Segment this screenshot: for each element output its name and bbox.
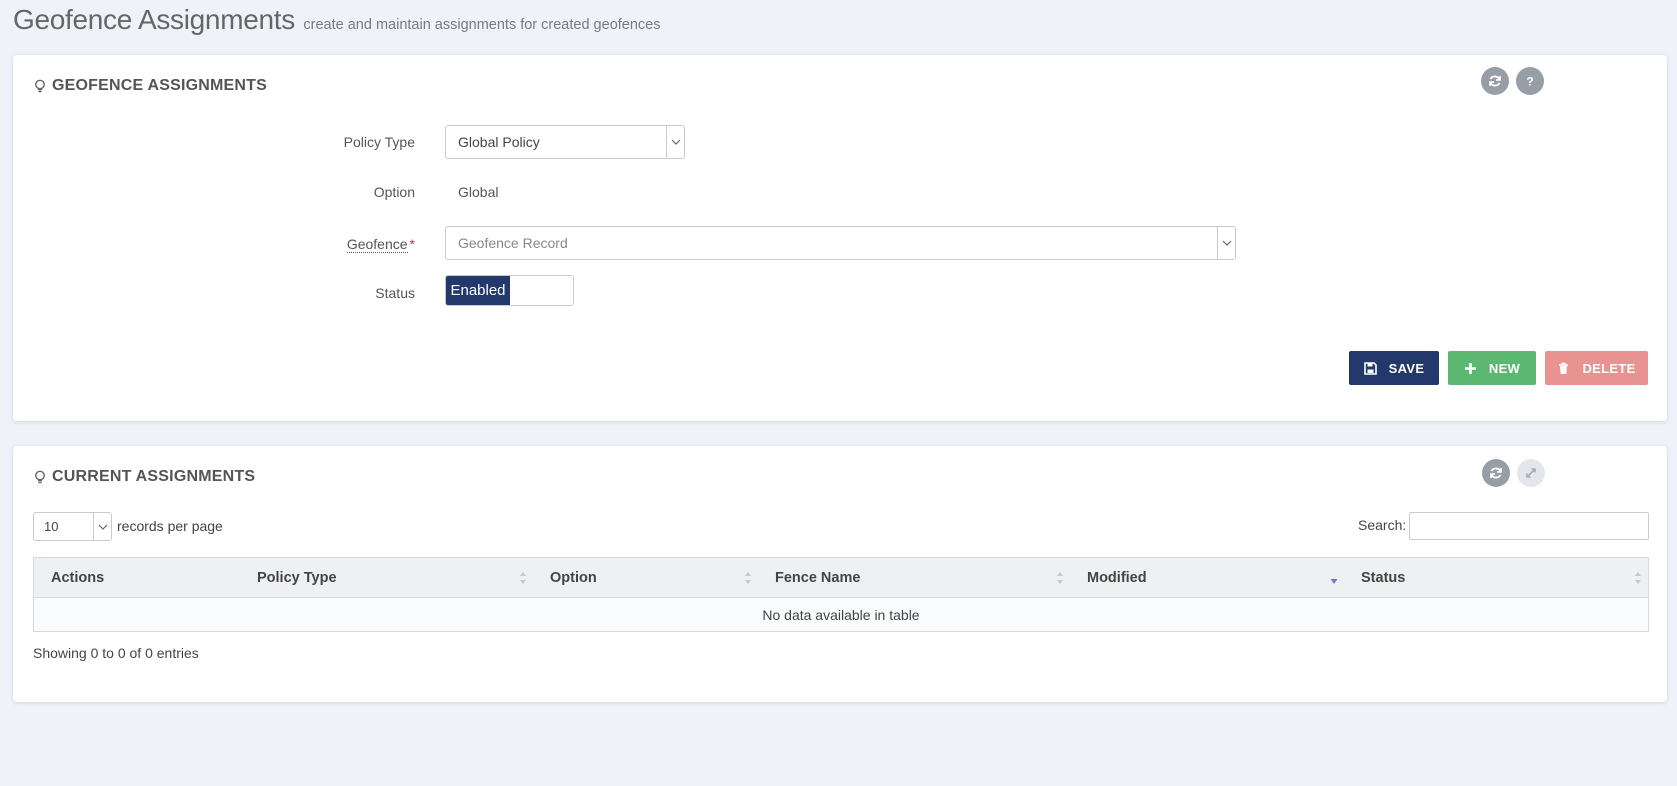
chevron-down-icon: [93, 513, 111, 540]
required-indicator: *: [409, 236, 415, 252]
refresh-button[interactable]: [1482, 459, 1510, 487]
panel-title-text: CURRENT ASSIGNMENTS: [52, 468, 256, 485]
column-label: Option: [550, 569, 597, 586]
panel-title-text: GEOFENCE ASSIGNMENTS: [52, 77, 267, 94]
column-policy-type[interactable]: Policy Type: [240, 558, 533, 597]
option-label: Option: [373, 184, 415, 200]
option-value: Global: [458, 184, 499, 200]
floppy-disk-icon: [1363, 361, 1377, 375]
plus-icon: [1464, 362, 1476, 374]
trash-icon: [1559, 362, 1569, 374]
lightbulb-icon: [35, 79, 45, 93]
page-title: Geofence Assignments: [13, 4, 295, 35]
table-info: Showing 0 to 0 of 0 entries: [33, 645, 199, 661]
column-label: Actions: [51, 569, 105, 586]
column-status[interactable]: Status: [1344, 558, 1648, 597]
empty-table-message: No data available in table: [34, 598, 1648, 631]
refresh-icon: [1489, 75, 1501, 87]
search-input[interactable]: [1409, 512, 1649, 540]
page-subtitle: create and maintain assignments for crea…: [303, 17, 661, 33]
column-actions: Actions: [34, 558, 240, 597]
new-button[interactable]: NEW: [1448, 351, 1536, 385]
page-length-select[interactable]: 10: [33, 512, 112, 541]
panel-title: GEOFENCE ASSIGNMENTS: [33, 77, 267, 95]
table-header: Actions Policy Type Option Fence Name Mo…: [34, 558, 1648, 598]
help-button[interactable]: ?: [1516, 67, 1544, 95]
svg-text:?: ?: [1526, 75, 1533, 89]
expand-icon: [1526, 468, 1536, 478]
delete-button-label: DELETE: [1582, 360, 1636, 376]
column-modified[interactable]: Modified: [1070, 558, 1344, 597]
save-button[interactable]: SAVE: [1349, 351, 1439, 385]
geofence-label: Geofence *: [295, 236, 415, 253]
policy-type-label: Policy Type: [343, 134, 415, 150]
column-label: Fence Name: [775, 569, 861, 586]
column-label: Modified: [1087, 569, 1147, 586]
column-label: Status: [1361, 569, 1406, 586]
expand-button[interactable]: [1517, 459, 1545, 487]
page-header: Geofence Assignments create and maintain…: [13, 4, 660, 36]
status-toggle-on: Enabled: [446, 276, 510, 305]
status-toggle[interactable]: Enabled: [445, 275, 574, 306]
new-button-label: NEW: [1488, 360, 1521, 376]
chevron-down-icon: [1217, 227, 1235, 259]
sort-both-icon: [1057, 572, 1063, 584]
panel-title: CURRENT ASSIGNMENTS: [33, 468, 255, 486]
save-button-label: SAVE: [1388, 360, 1425, 376]
status-label: Status: [375, 285, 415, 301]
refresh-button[interactable]: [1481, 67, 1509, 95]
help-icon: ?: [1526, 75, 1533, 89]
chevron-down-icon: [666, 126, 684, 158]
geofence-select[interactable]: Geofence Record: [445, 226, 1236, 260]
current-assignments-panel: CURRENT ASSIGNMENTS 10 records per page …: [13, 446, 1667, 702]
delete-button[interactable]: DELETE: [1545, 351, 1648, 385]
geofence-assignments-panel: GEOFENCE ASSIGNMENTS ? Policy Type Globa…: [13, 55, 1667, 421]
page-length-value: 10: [44, 519, 59, 534]
search-label: Search:: [1358, 517, 1407, 533]
column-option[interactable]: Option: [533, 558, 758, 597]
column-fence-name[interactable]: Fence Name: [758, 558, 1070, 597]
sort-both-icon: [745, 572, 751, 584]
geofence-label-text: Geofence: [346, 236, 408, 253]
lightbulb-icon: [35, 470, 45, 484]
assignments-table: Actions Policy Type Option Fence Name Mo…: [33, 557, 1649, 632]
policy-type-select[interactable]: Global Policy: [445, 125, 685, 159]
policy-type-value: Global Policy: [458, 134, 540, 150]
geofence-placeholder: Geofence Record: [458, 235, 568, 251]
refresh-icon: [1490, 467, 1502, 479]
status-toggle-off: [510, 276, 573, 305]
column-label: Policy Type: [257, 569, 337, 586]
sort-desc-icon: [1330, 579, 1338, 584]
sort-both-icon: [1635, 572, 1641, 584]
page-length-label: records per page: [117, 518, 223, 534]
sort-both-icon: [520, 572, 526, 584]
